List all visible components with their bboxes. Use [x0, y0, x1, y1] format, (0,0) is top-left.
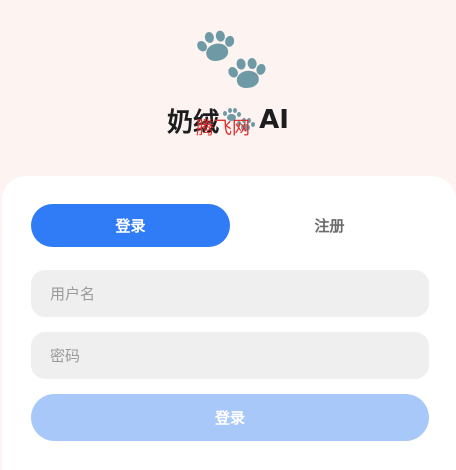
paw-prints-logo-icon	[193, 29, 268, 93]
paw-icon	[224, 54, 268, 93]
paw-prints-icon	[221, 106, 257, 134]
password-input[interactable]	[31, 332, 429, 379]
auth-tabs: 登录 注册	[31, 204, 429, 247]
app-title-prefix: 奶绒	[167, 107, 220, 138]
app-title: 奶绒 AI	[0, 100, 456, 140]
login-submit-button[interactable]: 登录	[31, 394, 429, 441]
tab-register[interactable]: 注册	[230, 204, 429, 247]
app-title-suffix: AI	[259, 105, 289, 135]
username-input[interactable]	[31, 270, 429, 317]
auth-card: 登录 注册 登录	[2, 176, 456, 470]
tab-login[interactable]: 登录	[31, 204, 230, 247]
